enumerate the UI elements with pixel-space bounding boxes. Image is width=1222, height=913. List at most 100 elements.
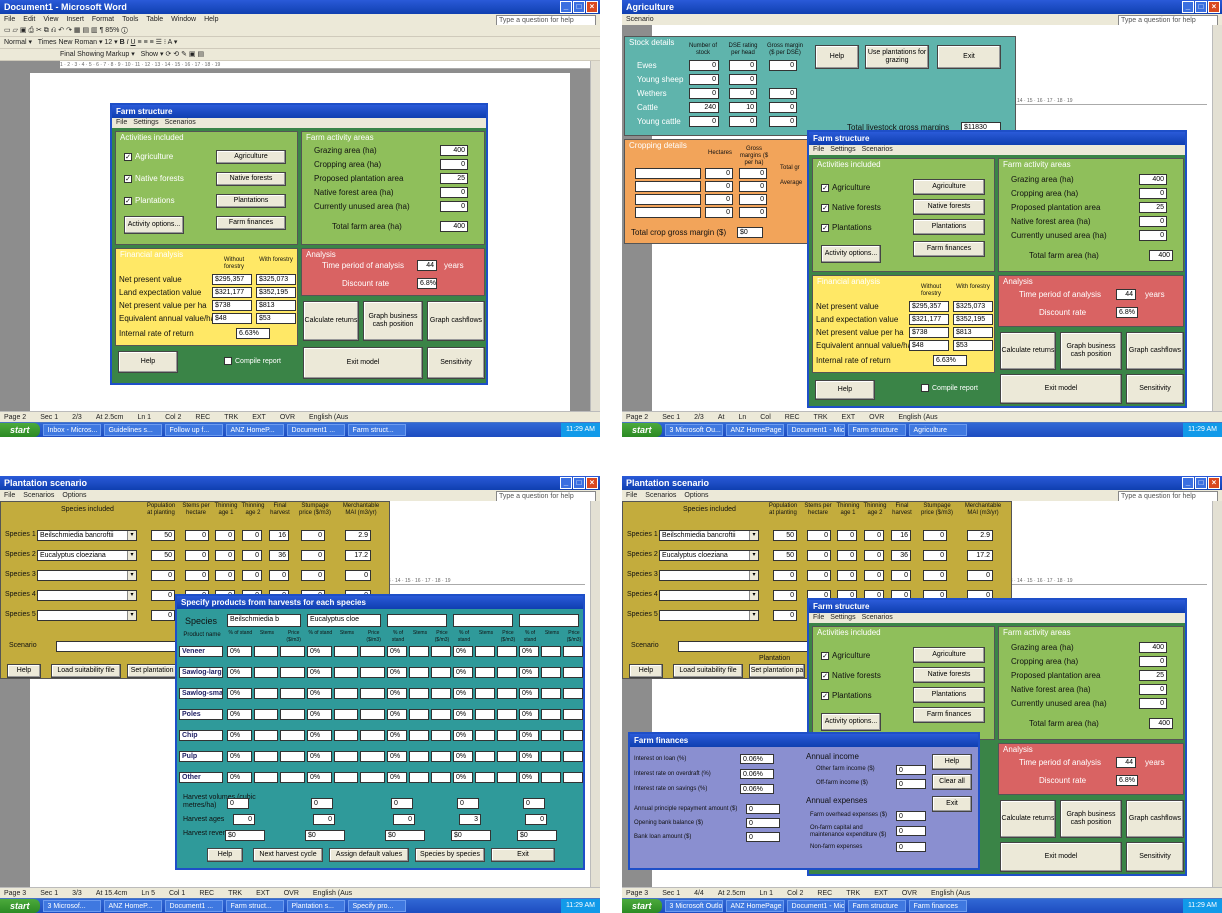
calculate-returns-button[interactable]: Calculate returns: [1000, 332, 1056, 370]
species-value-field[interactable]: 0: [242, 570, 262, 581]
species-value-field[interactable]: 0: [923, 550, 947, 561]
plantations-checkbox[interactable]: ✓ Plantations: [821, 223, 872, 232]
maximize-button[interactable]: □: [573, 477, 585, 489]
product-stems-field[interactable]: [333, 667, 359, 678]
product-stems-field[interactable]: [253, 667, 279, 678]
exit-model-button[interactable]: Exit model: [1000, 842, 1122, 872]
product-name-field[interactable]: Veneer: [179, 646, 223, 657]
species-value-field[interactable]: 0: [864, 550, 884, 561]
species-value-field[interactable]: 0: [301, 550, 325, 561]
species-value-field[interactable]: 0: [185, 570, 209, 581]
taskbar-item[interactable]: Plantation s...: [286, 900, 345, 912]
period-field[interactable]: 44: [1116, 289, 1136, 300]
close-button[interactable]: ×: [586, 1, 598, 13]
close-button[interactable]: ×: [1208, 1, 1220, 13]
plantation-area-field[interactable]: 25: [1139, 670, 1167, 681]
product-stems-field[interactable]: [333, 730, 359, 741]
discount-field[interactable]: 6.8%: [417, 278, 437, 289]
product-price-field[interactable]: [280, 772, 305, 783]
crop-gm[interactable]: 0: [739, 207, 767, 218]
product-stems-field[interactable]: [475, 709, 495, 720]
species-value-field[interactable]: 0: [864, 530, 884, 541]
product-price-field[interactable]: [280, 751, 305, 762]
stock-field[interactable]: 0: [769, 116, 797, 127]
vertical-scrollbar[interactable]: [1212, 25, 1222, 411]
product-percent-field[interactable]: 0%: [307, 730, 332, 741]
menu-table[interactable]: Table: [146, 16, 163, 23]
unused-area-field[interactable]: 0: [440, 201, 468, 212]
product-stems-field[interactable]: [409, 772, 429, 783]
taskbar-item[interactable]: Document1 ...: [164, 900, 223, 912]
product-name-field[interactable]: Sawlog-sma: [179, 688, 223, 699]
help-button[interactable]: Help: [815, 45, 859, 69]
species-by-species-button[interactable]: Species by species: [415, 848, 485, 862]
crop-ha[interactable]: 0: [705, 207, 733, 218]
product-stems-field[interactable]: [475, 772, 495, 783]
farm-finances-button[interactable]: Farm finances: [913, 241, 985, 257]
product-price-field[interactable]: [431, 730, 451, 741]
menu-view[interactable]: View: [43, 16, 58, 23]
product-percent-field[interactable]: 0%: [387, 751, 407, 762]
compile-report-checkbox[interactable]: Compile report: [921, 384, 978, 392]
non-farm-expenses-field[interactable]: 0: [896, 842, 926, 852]
activity-options-button[interactable]: Activity options...: [821, 713, 881, 731]
species-value-field[interactable]: 0: [923, 570, 947, 581]
compile-report-checkbox[interactable]: Compile report: [224, 357, 281, 365]
farm-overhead-field[interactable]: 0: [896, 811, 926, 821]
product-percent-field[interactable]: 0%: [227, 688, 252, 699]
close-button[interactable]: ×: [586, 477, 598, 489]
help-button[interactable]: Help: [932, 754, 972, 770]
farm-finances-button[interactable]: Farm finances: [913, 707, 985, 723]
native-forests-checkbox[interactable]: ✓ Native forests: [124, 174, 184, 183]
species-value-field[interactable]: 0: [773, 570, 797, 581]
menu-scenarios[interactable]: Scenarios: [165, 119, 196, 126]
product-percent-field[interactable]: 0%: [453, 709, 473, 720]
menu-help[interactable]: Help: [204, 16, 218, 23]
vertical-scrollbar[interactable]: [590, 61, 600, 411]
taskbar-item[interactable]: Document1 - Microsof...: [786, 900, 845, 912]
product-stems-field[interactable]: [409, 646, 429, 657]
stock-field[interactable]: 0: [689, 74, 719, 85]
exit-model-button[interactable]: Exit model: [1000, 374, 1122, 404]
product-stems-field[interactable]: [409, 709, 429, 720]
grazing-area-field[interactable]: 400: [1139, 174, 1167, 185]
species-value-field[interactable]: 50: [773, 550, 797, 561]
species-select[interactable]: ▾: [37, 590, 137, 601]
harvest-age-field[interactable]: 0: [393, 814, 415, 825]
close-button[interactable]: ×: [1208, 477, 1220, 489]
loan-interest-field[interactable]: 0.06%: [740, 754, 774, 764]
product-price-field[interactable]: [280, 646, 305, 657]
help-search-box[interactable]: Type a question for help: [1118, 491, 1218, 501]
species-value-field[interactable]: 0: [837, 570, 857, 581]
exit-button[interactable]: Exit: [937, 45, 1001, 69]
product-price-field[interactable]: [360, 667, 385, 678]
product-price-field[interactable]: [360, 751, 385, 762]
species-value-field[interactable]: 0: [242, 550, 262, 561]
exit-button[interactable]: Exit: [932, 796, 972, 812]
stock-field[interactable]: 0: [729, 74, 757, 85]
clear-all-button[interactable]: Clear all: [932, 774, 972, 790]
taskbar-item[interactable]: 3 Microsoft Outlook: [664, 900, 723, 912]
minimize-button[interactable]: _: [560, 477, 572, 489]
cropping-area-field[interactable]: 0: [440, 159, 468, 170]
native-forest-area-field[interactable]: 0: [440, 187, 468, 198]
stock-field[interactable]: 0: [769, 60, 797, 71]
product-percent-field[interactable]: 0%: [227, 730, 252, 741]
help-search-box[interactable]: Type a question for help: [496, 491, 596, 501]
taskbar-item[interactable]: Farm struct...: [347, 424, 406, 436]
product-percent-field[interactable]: 0%: [387, 709, 407, 720]
product-stems-field[interactable]: [541, 751, 561, 762]
product-name-field[interactable]: Other: [179, 772, 223, 783]
sensitivity-button[interactable]: Sensitivity: [1126, 842, 1184, 872]
product-percent-field[interactable]: 0%: [519, 730, 539, 741]
menu-scenarios[interactable]: Scenarios: [645, 492, 676, 499]
period-field[interactable]: 44: [1116, 757, 1136, 768]
use-plantations-grazing-button[interactable]: Use plantations for grazing: [865, 45, 929, 69]
menu-file[interactable]: File: [4, 492, 15, 499]
maximize-button[interactable]: □: [1195, 477, 1207, 489]
savings-interest-field[interactable]: 0.06%: [740, 784, 774, 794]
product-price-field[interactable]: [431, 688, 451, 699]
product-name-field[interactable]: Sawlog-larg: [179, 667, 223, 678]
species-select[interactable]: ▾: [37, 570, 137, 581]
sensitivity-button[interactable]: Sensitivity: [1126, 374, 1184, 404]
